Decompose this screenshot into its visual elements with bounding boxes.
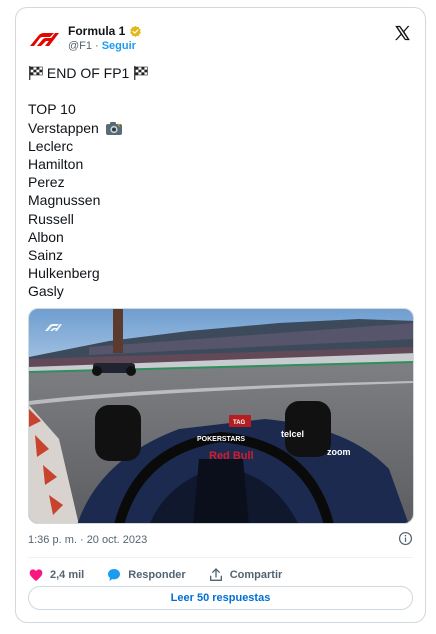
verified-badge-icon [130,25,142,37]
driver-name: Leclerc [28,137,74,154]
heart-icon [29,569,43,581]
headline-line: END OF FP1 [28,64,413,82]
share-button[interactable]: Compartir [208,567,283,583]
speech-bubble-icon [108,569,121,581]
driver-name: Verstappen [28,119,99,136]
checkered-flag-icon [29,66,43,80]
divider [28,557,413,558]
x-logo-icon[interactable] [393,24,411,42]
tweet-header: Formula 1 @F1 · Seguir [28,20,413,56]
follow-button[interactable]: Seguir [102,40,136,52]
driver-row: Verstappen [28,119,413,137]
driver-name: Sainz [28,246,64,263]
driver-name: Perez [28,174,65,191]
driver-name: Hulkenberg [28,265,100,282]
tweet-text: END OF FP1 TOP 10 Verstappen Leclerc Ham… [28,64,413,300]
like-button[interactable]: 2,4 mil [28,567,84,583]
share-label: Compartir [229,569,283,581]
sponsor-pokerstars: POKERSTARS [197,436,245,443]
action-bar: 2,4 mil Responder Compartir [28,563,413,587]
driver-name: Hamilton [28,155,84,172]
media-onboard-photo[interactable]: Red Bull POKERSTARS telcel zoom TAG [28,308,414,524]
account-handle[interactable]: @F1 [68,40,92,52]
driver-name: Magnussen [28,192,101,209]
driver-name: Albon [28,228,64,245]
sponsor-tag: TAG [233,420,246,426]
read-replies-button[interactable]: Leer 50 respuestas [28,586,413,610]
reply-label: Responder [128,569,186,581]
tweet-card: Formula 1 @F1 · Seguir END OF FP1 TOP 10… [15,7,426,623]
name-row: Formula 1 [68,24,142,38]
onboard-camera-image: Red Bull POKERSTARS telcel zoom TAG [29,309,413,523]
reply-button[interactable]: Responder [106,567,186,583]
driver-name: Gasly [28,283,64,300]
handle-row: @F1 · Seguir [68,40,136,52]
camera-flash-icon [105,121,122,135]
share-upload-icon [209,568,222,581]
checkered-flag-icon [134,66,148,80]
driver-name: Russell [28,210,74,227]
sponsor-telcel: telcel [281,429,304,439]
like-count: 2,4 mil [50,569,85,581]
info-icon[interactable] [398,531,413,546]
display-name[interactable]: Formula 1 [68,24,125,38]
headline-text: END OF FP1 [46,65,130,81]
list-title: TOP 10 [28,101,76,118]
f1-logo-icon[interactable] [28,26,62,48]
sponsor-zoom: zoom [327,447,351,457]
sponsor-redbull: Red Bull [209,450,254,462]
handle-separator: · [95,40,99,52]
tweet-timestamp[interactable]: 1:36 p. m. · 20 oct. 2023 [28,534,147,546]
